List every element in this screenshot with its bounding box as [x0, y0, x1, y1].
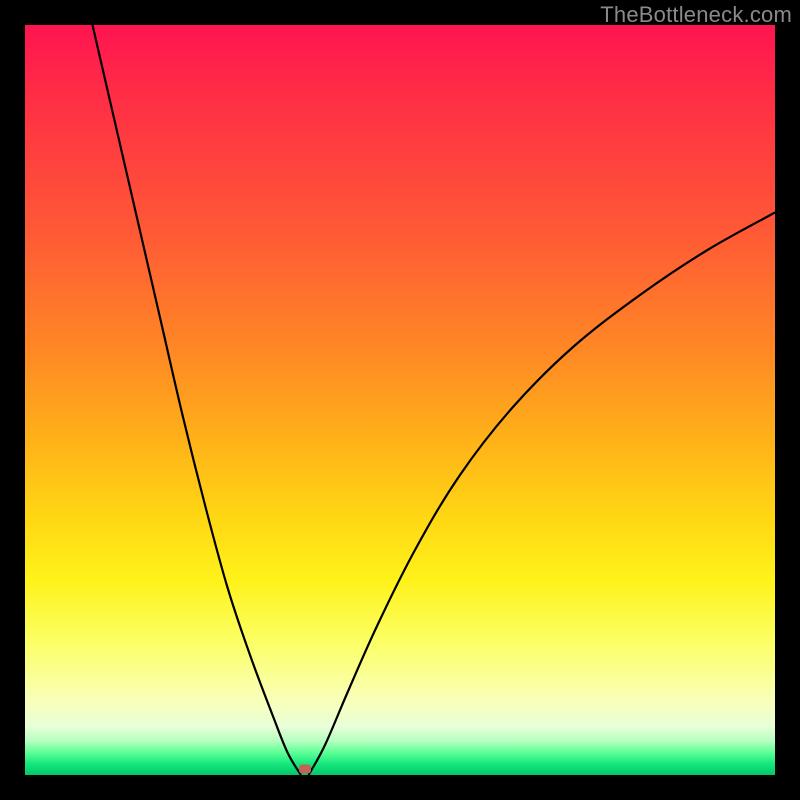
curve-right-branch [309, 213, 776, 776]
chart-frame: TheBottleneck.com [0, 0, 800, 800]
curve-left-branch [93, 25, 302, 775]
bottleneck-curve [25, 25, 775, 775]
optimal-point-marker [299, 765, 311, 774]
plot-area [25, 25, 775, 775]
